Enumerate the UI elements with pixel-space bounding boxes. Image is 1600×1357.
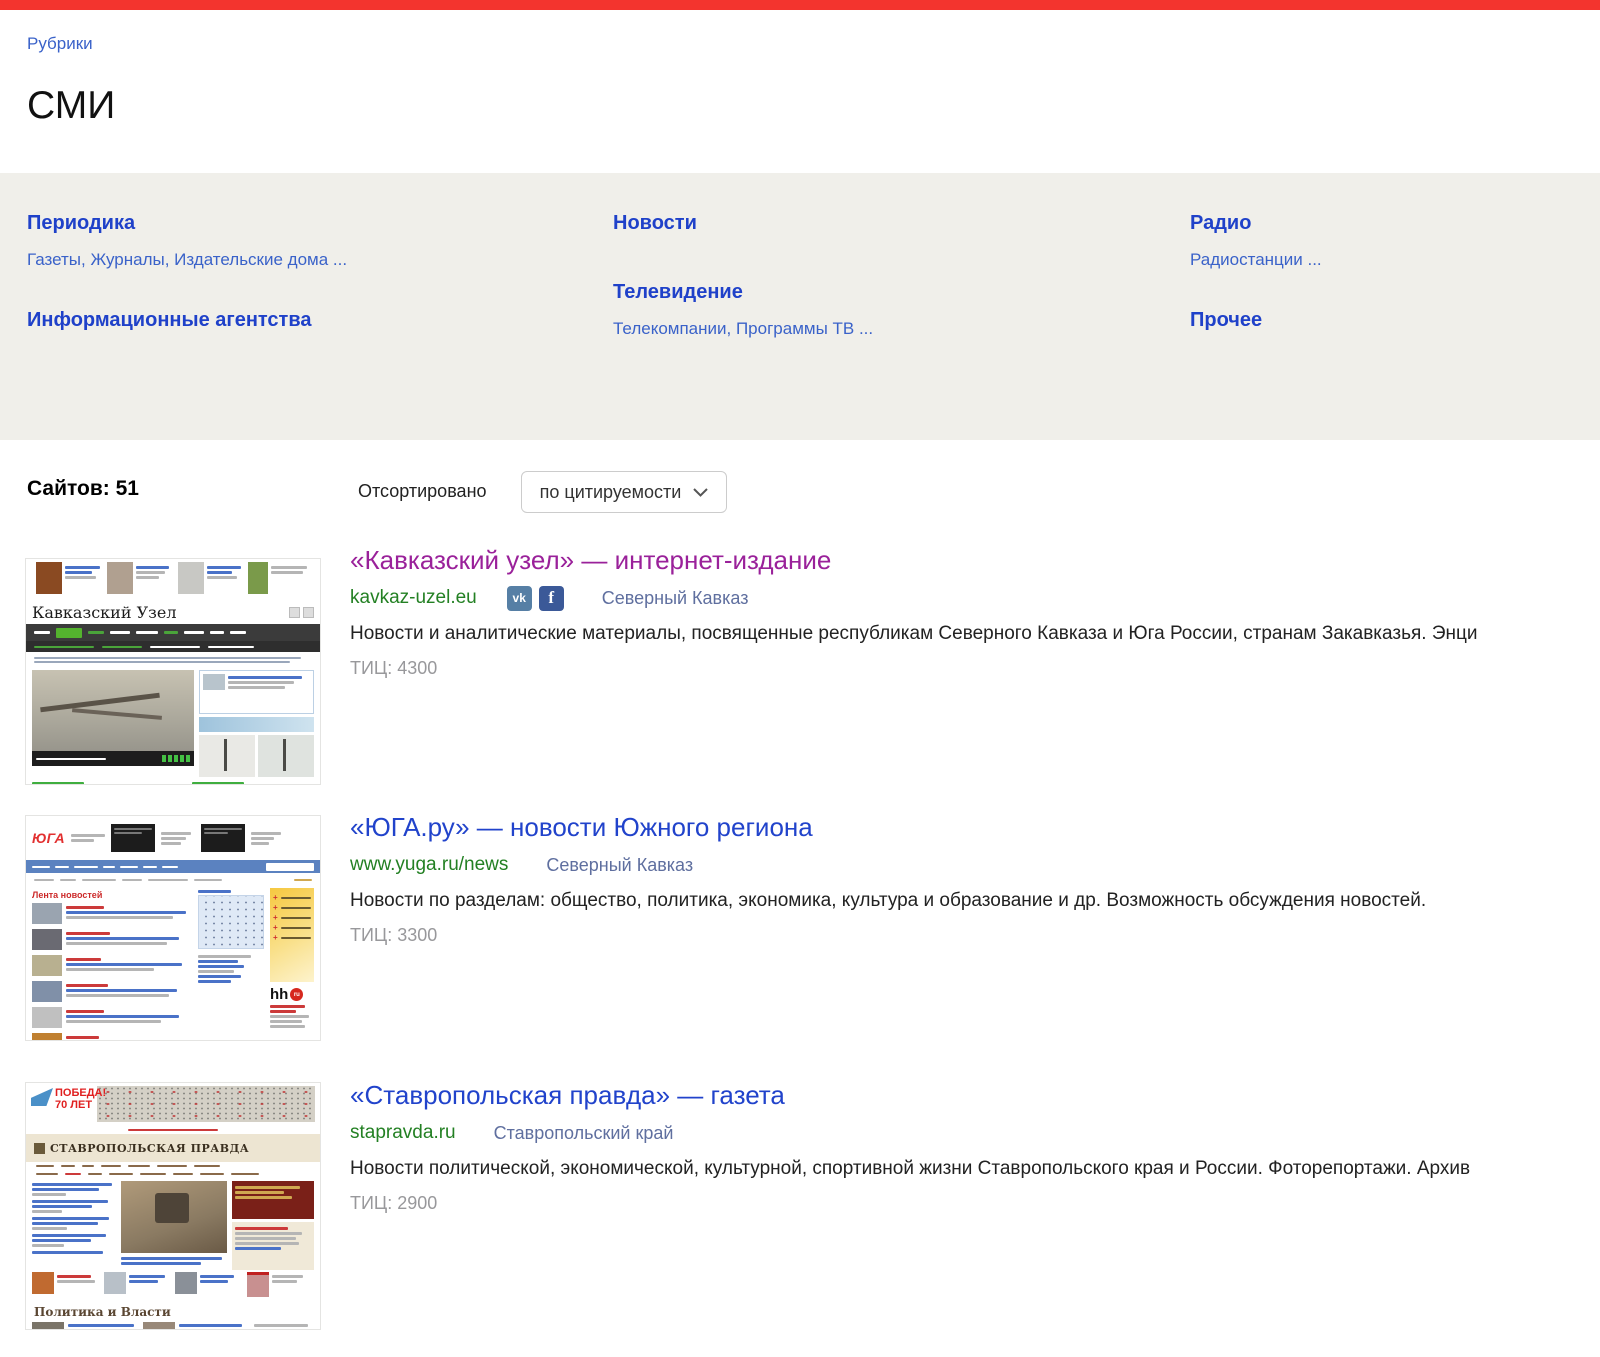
top-accent-bar — [0, 0, 1600, 10]
thumb-site-logo: ЮГА — [32, 830, 65, 846]
thumb-header: ЮГА — [26, 816, 320, 860]
thumb-site-logo: Кавказский Узел — [32, 603, 177, 622]
victory-70-text: ПОБЕДА! 70 ЛЕТ — [55, 1087, 106, 1111]
url-row: kavkaz-uzel.eu vk f Северный Кавказ — [350, 585, 1600, 611]
site-description: Новости по разделам: общество, политика,… — [350, 890, 1600, 912]
citation-index: ТИЦ: 2900 — [350, 1193, 1600, 1214]
thumb-header: Кавказский Узел — [26, 602, 320, 624]
thumb-calendar-column — [198, 888, 264, 1041]
thumb-ad-strip — [26, 559, 320, 602]
site-description: Новости и аналитические материалы, посвя… — [350, 623, 1600, 645]
listing-stapravda: ПОБЕДА! 70 ЛЕТ СТАВРОПОЛЬСКАЯ ПРАВДА — [25, 1080, 1600, 1214]
category-link-periodika[interactable]: Периодика — [27, 211, 347, 235]
thumb-navbar — [26, 860, 320, 873]
catalog-page: Рубрики СМИ Периодика Газеты, Журналы, И… — [0, 0, 1600, 1357]
category-column-3: Радио Радиостанции ... Прочее — [1190, 211, 1322, 332]
thumb-section-title: Лента новостей — [32, 890, 192, 900]
site-thumbnail-yuga[interactable]: ЮГА Лента новостей — [25, 815, 321, 1041]
spacer — [613, 235, 873, 280]
hh-text: hh — [270, 986, 288, 1003]
thumb-hh-logo: hh ru — [270, 986, 314, 1003]
category-sublinks-televidenie[interactable]: Телекомпании, Программы ТВ ... — [613, 318, 873, 339]
thumb-bottom-news — [26, 1320, 320, 1330]
sort-dropdown-value: по цитируемости — [540, 482, 682, 503]
chevron-down-icon — [693, 488, 708, 497]
vk-icon[interactable]: vk — [507, 586, 532, 611]
thumb-right-column — [232, 1181, 314, 1267]
thumb-top-banner: ПОБЕДА! 70 ЛЕТ — [26, 1083, 320, 1125]
social-icons: vk f — [507, 586, 564, 611]
category-link-novosti[interactable]: Новости — [613, 211, 873, 235]
breadcrumb-rubriki-link[interactable]: Рубрики — [27, 34, 93, 54]
site-url-link[interactable]: kavkaz-uzel.eu — [350, 587, 477, 609]
thumb-body: Лента новостей + — [26, 886, 320, 1041]
sort-dropdown[interactable]: по цитируемости — [521, 471, 727, 513]
spacer — [1190, 270, 1322, 308]
listing-yuga-ru: ЮГА Лента новостей — [25, 812, 1600, 946]
thumb-news-list — [32, 1181, 116, 1267]
category-column-2: Новости Телевидение Телекомпании, Програ… — [613, 211, 873, 339]
thumb-section-title: Политика и Власти — [26, 1304, 320, 1320]
site-url-link[interactable]: www.yuga.ru/news — [350, 854, 508, 876]
listing-kavkaz-uzel: Кавказский Узел — [25, 545, 1600, 679]
thumb-masthead: СТАВРОПОЛЬСКАЯ ПРАВДА — [26, 1134, 320, 1162]
listing-text: «ЮГА.ру» — новости Южного региона www.yu… — [350, 812, 1600, 946]
category-sublinks-periodika[interactable]: Газеты, Журналы, Издательские дома ... — [27, 249, 347, 270]
url-row: www.yuga.ru/news Северный Кавказ — [350, 852, 1600, 878]
region-link[interactable]: Северный Кавказ — [602, 588, 749, 609]
thumb-side-column — [199, 670, 314, 777]
site-description: Новости политической, экономической, кул… — [350, 1158, 1600, 1180]
region-link[interactable]: Северный Кавказ — [546, 855, 693, 876]
thumb-calendar — [198, 895, 264, 949]
thumb-subnav — [26, 641, 320, 652]
thumb-date-row — [26, 1125, 320, 1134]
site-thumbnail-kavkaz-uzel[interactable]: Кавказский Узел — [25, 558, 321, 785]
thumb-header-buttons — [289, 607, 314, 618]
thumb-main-photo — [32, 670, 194, 766]
url-row: stapravda.ru Ставропольский край — [350, 1120, 1600, 1146]
thumb-footer-area — [26, 779, 320, 785]
thumb-news-feed: Лента новостей — [32, 888, 192, 1041]
category-sublinks-radio[interactable]: Радиостанции ... — [1190, 249, 1322, 270]
thumb-site-logo: СТАВРОПОЛЬСКАЯ ПРАВДА — [50, 1142, 249, 1155]
site-url-link[interactable]: stapravda.ru — [350, 1122, 456, 1144]
region-link[interactable]: Ставропольский край — [494, 1123, 674, 1144]
masthead-emblem — [34, 1143, 45, 1154]
thumb-subnav — [26, 873, 320, 886]
thumb-main-area — [26, 668, 320, 779]
thumb-yellow-ad: + + + + + — [270, 888, 314, 982]
category-link-prochee[interactable]: Прочее — [1190, 308, 1322, 332]
listing-text: «Ставропольская правда» — газета staprav… — [350, 1080, 1600, 1214]
facebook-icon[interactable]: f — [539, 586, 564, 611]
thumb-crowd-photo — [97, 1086, 315, 1122]
thumb-navbar — [26, 624, 320, 641]
page-title: СМИ — [27, 84, 115, 128]
site-title-link[interactable]: «Кавказский узел» — интернет-издание — [350, 545, 1600, 576]
site-title-link[interactable]: «Ставропольская правда» — газета — [350, 1080, 1600, 1111]
thumb-center-column — [121, 1181, 227, 1267]
category-link-info-agencies[interactable]: Информационные агентства — [27, 308, 347, 332]
thumb-ad-column: + + + + + hh ru — [270, 888, 314, 1041]
site-title-link[interactable]: «ЮГА.ру» — новости Южного региона — [350, 812, 1600, 843]
category-column-1: Периодика Газеты, Журналы, Издательские … — [27, 211, 347, 332]
spacer — [27, 270, 347, 308]
citation-index: ТИЦ: 3300 — [350, 925, 1600, 946]
thumb-main-photo — [121, 1181, 227, 1253]
thumb-tag-links — [26, 652, 320, 668]
hh-ru-badge: ru — [290, 988, 303, 1001]
thumb-subnav — [26, 1170, 320, 1178]
site-thumbnail-stapravda[interactable]: ПОБЕДА! 70 ЛЕТ СТАВРОПОЛЬСКАЯ ПРАВДА — [25, 1082, 321, 1330]
thumb-content — [26, 1178, 320, 1270]
thumb-photo-strip — [26, 1270, 320, 1304]
citation-index: ТИЦ: 4300 — [350, 658, 1600, 679]
thumb-navbar — [26, 1162, 320, 1170]
category-box: Периодика Газеты, Журналы, Издательские … — [0, 173, 1600, 440]
category-link-televidenie[interactable]: Телевидение — [613, 280, 873, 304]
sorted-label: Отсортировано — [358, 481, 487, 502]
listing-text: «Кавказский узел» — интернет-издание kav… — [350, 545, 1600, 679]
thumb-victory-logo: ПОБЕДА! 70 ЛЕТ — [31, 1086, 93, 1122]
sites-count: Сайтов: 51 — [27, 477, 139, 501]
category-link-radio[interactable]: Радио — [1190, 211, 1322, 235]
